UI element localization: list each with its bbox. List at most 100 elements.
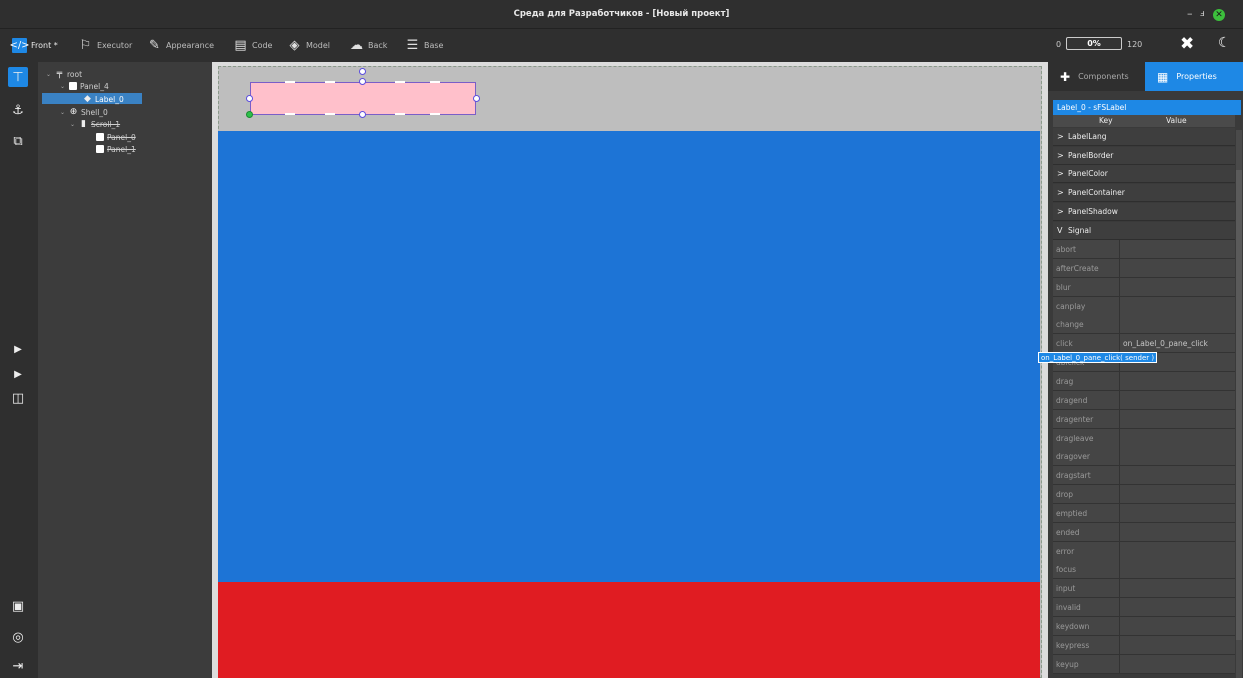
signal-row-keypress[interactable]: keypress [1053, 635, 1235, 655]
signal-row-click[interactable]: click on_Label_0_pane_click [1053, 334, 1235, 354]
column-separator [1119, 598, 1120, 617]
tab-appearance[interactable]: ✎ Appearance [147, 37, 214, 54]
tree-node-panel-0[interactable]: Panel_0 [96, 132, 136, 142]
property-group-signal[interactable]: V Signal [1053, 221, 1235, 240]
resize-handle-right[interactable] [473, 95, 480, 102]
zoom-slider[interactable]: 0% [1066, 37, 1122, 50]
anchor-icon[interactable]: ⚓ [8, 100, 28, 120]
signal-row-change[interactable]: change [1053, 315, 1235, 335]
resize-handle-top[interactable] [359, 78, 366, 85]
close-button[interactable]: ✕ [1213, 9, 1225, 21]
signal-row-dragenter[interactable]: dragenter [1053, 409, 1235, 429]
property-group-panelcontainer[interactable]: > PanelContainer [1053, 184, 1235, 203]
tab-base[interactable]: ☰ Base [405, 37, 444, 54]
tab-executor[interactable]: ⚐ Executor [78, 37, 133, 54]
expand-arrow-icon[interactable]: ⌄ [60, 109, 66, 116]
signal-value[interactable]: on_Label_0_pane_click [1123, 339, 1208, 348]
signal-row-drop[interactable]: drop [1053, 485, 1235, 505]
signal-row-canplay[interactable]: canplay [1053, 296, 1235, 316]
puzzle-icon: ✚ [1060, 69, 1071, 84]
anchor-handle[interactable] [246, 111, 253, 118]
property-group-label: PanelContainer [1068, 188, 1125, 198]
shell-0-blue-area[interactable] [218, 131, 1040, 582]
tab-code[interactable]: ▤ Code [233, 37, 272, 54]
tab-model[interactable]: ◈ Model [287, 37, 331, 54]
signal-row-dragover[interactable]: dragover [1053, 447, 1235, 467]
tab-back[interactable]: ☁ Back [349, 37, 387, 54]
signal-row-abort[interactable]: abort [1053, 240, 1235, 259]
expand-arrow-icon[interactable]: ⌄ [70, 121, 76, 128]
tab-properties[interactable]: ▦ Properties [1145, 62, 1243, 91]
document-icon: ▤ [234, 38, 247, 53]
paint-icon: ✎ [149, 38, 160, 53]
expand-arrow-icon[interactable]: ⌄ [60, 83, 66, 90]
app-window: Среда для Разработчиков - [Новый проект]… [0, 0, 1243, 678]
globe-icon: ⊕ [69, 107, 78, 117]
signal-row-keydown[interactable]: keydown [1053, 617, 1235, 636]
signal-key: keydown [1056, 622, 1090, 631]
moon-icon[interactable]: ☾ [1218, 35, 1231, 51]
tab-code-label: Code [252, 41, 273, 50]
expand-arrow-icon[interactable]: ⌄ [46, 71, 52, 78]
column-separator [1119, 522, 1120, 541]
signal-row-drag[interactable]: drag [1053, 371, 1235, 391]
tree-node-panel-4[interactable]: ⌄ Panel_4 [60, 81, 109, 91]
signal-row-aftercreate[interactable]: afterCreate [1053, 258, 1235, 278]
column-separator [1119, 428, 1120, 447]
column-separator [1119, 315, 1120, 334]
property-group-panelborder[interactable]: > PanelBorder [1053, 146, 1235, 165]
clipboard-icon[interactable]: ▣ [8, 596, 28, 616]
signal-row-error[interactable]: error [1053, 541, 1235, 561]
signal-key: focus [1056, 565, 1077, 575]
tree-node-shell-0[interactable]: ⌄ ⊕ Shell_0 [60, 107, 108, 117]
signal-row-input[interactable]: input [1053, 579, 1235, 599]
scrollbar-thumb[interactable] [1236, 170, 1242, 640]
signal-key: abort [1056, 245, 1076, 254]
restore-button[interactable]: ⅎ [1200, 8, 1205, 20]
column-separator [1119, 240, 1120, 258]
signal-row-focus[interactable]: focus [1053, 560, 1235, 580]
rotate-handle[interactable] [359, 68, 366, 75]
signal-row-keyup[interactable]: keyup [1053, 654, 1235, 674]
component-tree [38, 62, 212, 678]
resize-handle-bottom[interactable] [359, 111, 366, 118]
signal-row-blur[interactable]: blur [1053, 277, 1235, 297]
tree-node-panel-1[interactable]: Panel_1 [96, 144, 136, 154]
signal-key: canplay [1056, 301, 1086, 311]
property-group-panelcolor[interactable]: > PanelColor [1053, 165, 1235, 184]
tree-view-icon[interactable]: ⊤ [8, 67, 28, 87]
tree-node-root[interactable]: ⌄ ╤ root [46, 69, 82, 79]
signal-key: dragleave [1056, 433, 1094, 443]
chevron-right-icon: > [1057, 132, 1064, 141]
signal-key: click [1056, 339, 1073, 349]
signal-row-invalid[interactable]: invalid [1053, 598, 1235, 618]
properties-scrollbar[interactable] [1236, 130, 1242, 678]
property-group-labellang[interactable]: > LabelLang [1053, 128, 1235, 146]
signal-row-dragstart[interactable]: dragstart [1053, 466, 1235, 486]
column-separator [1119, 296, 1120, 315]
copy-icon[interactable]: ⧉ [8, 131, 28, 151]
property-group-panelshadow[interactable]: > PanelShadow [1053, 202, 1235, 221]
scroll-icon: ▮ [81, 119, 86, 129]
play-icon[interactable]: ▶ [8, 339, 28, 359]
tree-node-label-0[interactable]: ◆ Label_0 [83, 94, 124, 104]
layers-icon: ◈ [289, 38, 300, 53]
tools-icon[interactable]: ✖ [1180, 34, 1194, 54]
column-separator [1119, 560, 1120, 579]
tab-front-label: Front * [31, 41, 58, 50]
tree-node-scroll-1[interactable]: ⌄ ▮ Scroll_1 [70, 119, 120, 129]
signal-row-ended[interactable]: ended [1053, 522, 1235, 542]
signal-row-dragend[interactable]: dragend [1053, 390, 1235, 410]
resize-handle-left[interactable] [246, 95, 253, 102]
tab-components[interactable]: ✚ Components [1048, 62, 1145, 91]
eye-icon[interactable]: ◎ [8, 627, 28, 647]
play-home-icon[interactable]: ▶ [8, 364, 28, 384]
signal-row-emptied[interactable]: emptied [1053, 503, 1235, 523]
window-icon[interactable]: ◫ [8, 388, 28, 408]
panel-red-area[interactable] [218, 582, 1040, 678]
exit-icon[interactable]: ⇥ [8, 656, 28, 676]
minimize-button[interactable]: – [1187, 8, 1193, 20]
signal-row-dragleave[interactable]: dragleave [1053, 428, 1235, 448]
tab-front[interactable]: </> Front * [9, 37, 58, 54]
window-title: Среда для Разработчиков - [Новый проект] [513, 9, 730, 19]
